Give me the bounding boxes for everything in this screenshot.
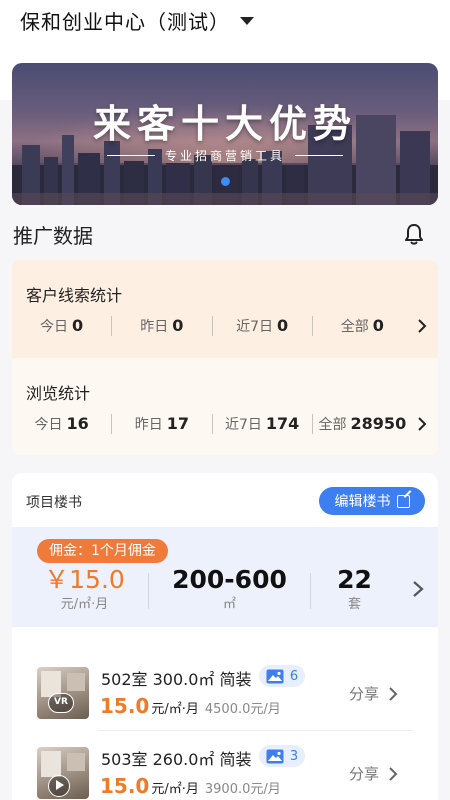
banner-subtitle-row: 专业招商营销工具 <box>12 147 438 164</box>
rent-price: ￥15.0 元/㎡·月 <box>27 565 142 615</box>
views-stats-row: 今日 16 昨日 17 近7日 174 全部 28950 <box>12 412 412 436</box>
listing-title: 502室 300.0㎡ 简装 <box>101 670 252 689</box>
area-range: 200-600 ㎡ <box>152 565 307 615</box>
vr-icon: VR <box>48 693 74 713</box>
chevron-right-icon[interactable] <box>415 319 429 333</box>
stat-value: 174 <box>265 414 300 433</box>
project-selector[interactable]: 保和创业中心（测试） <box>0 0 450 40</box>
chevron-right-icon[interactable] <box>411 580 425 598</box>
caret-down-icon <box>240 17 254 25</box>
chevron-right-icon <box>389 686 398 701</box>
room-thumbnail <box>37 747 89 799</box>
divider <box>310 573 311 609</box>
project-name: 保和创业中心（测试） <box>20 9 230 34</box>
carousel-indicator <box>12 177 438 186</box>
stat-yesterday: 昨日 0 <box>112 316 211 336</box>
listing-item[interactable]: 503室 260.0㎡ 简装 3 15.0 元/㎡·月 3900.0元/月 分享 <box>24 744 412 800</box>
edit-brochure-button[interactable]: 编辑楼书 <box>319 487 425 515</box>
views-stats-label: 浏览统计 <box>26 384 91 403</box>
area-range-unit: ㎡ <box>222 597 236 612</box>
thumbnail-detail <box>67 753 85 771</box>
stat-value: 0 <box>277 316 289 335</box>
stat-yesterday: 昨日 17 <box>112 414 211 434</box>
area-range-value: 200-600 <box>172 565 287 594</box>
stat-name: 近7日 <box>224 417 262 433</box>
stat-value: 0 <box>372 316 384 335</box>
image-icon <box>266 749 284 763</box>
share-label: 分享 <box>349 685 380 703</box>
edit-brochure-label: 编辑楼书 <box>334 494 391 510</box>
image-count-badge: 3 <box>259 745 305 767</box>
share-label: 分享 <box>349 765 380 783</box>
unit-count: 22 套 <box>312 565 397 615</box>
stat-name: 今日 <box>34 417 63 433</box>
listing-price-unit: 元/㎡·月 <box>151 702 199 717</box>
listing-title: 503室 260.0㎡ 简装 <box>101 750 252 769</box>
bell-icon[interactable] <box>403 222 425 246</box>
stat-name: 全部 <box>318 417 347 433</box>
stat-all: 全部 0 <box>313 316 412 336</box>
image-count: 3 <box>289 748 299 764</box>
carousel-dot-active[interactable] <box>220 177 230 186</box>
rent-price-value: ￥15.0 <box>44 565 125 594</box>
stat-name: 昨日 <box>134 417 163 433</box>
unit-count-value: 22 <box>337 565 372 594</box>
commission-panel[interactable]: 佣金：1个月佣金 ￥15.0 元/㎡·月 200-600 ㎡ 22 套 <box>12 527 438 627</box>
listing-item[interactable]: VR 502室 300.0㎡ 简装 6 15.0 元/㎡·月 4500.0元/月… <box>24 664 412 744</box>
thumbnail-detail <box>41 751 61 777</box>
stat-last-7-days: 近7日 174 <box>213 414 312 434</box>
commission-badge: 佣金：1个月佣金 <box>37 539 168 563</box>
stat-name: 近7日 <box>236 319 274 335</box>
divider-line <box>295 155 343 156</box>
share-button[interactable]: 分享 <box>349 763 399 784</box>
stat-value: 0 <box>72 316 84 335</box>
views-stats[interactable]: 浏览统计 今日 16 昨日 17 近7日 174 全部 28950 <box>12 358 438 455</box>
play-icon <box>48 775 70 797</box>
banner-title: 来客十大优势 <box>92 102 357 146</box>
listing-price-unit: 元/㎡·月 <box>151 782 199 797</box>
divider <box>148 573 149 609</box>
unit-count-unit: 套 <box>347 597 361 612</box>
stat-today: 今日 0 <box>12 316 111 336</box>
promo-banner[interactable]: 来客十大优势 专业招商营销工具 <box>12 63 438 205</box>
listing-price-row: 15.0 元/㎡·月 3900.0元/月 <box>100 774 281 798</box>
listing-total: 3900.0元/月 <box>204 782 281 797</box>
divider-line <box>106 155 155 156</box>
project-brochure-title: 项目楼书 <box>26 495 82 511</box>
leads-stats-row: 今日 0 昨日 0 近7日 0 全部 0 <box>12 314 412 338</box>
chevron-right-icon <box>389 766 398 781</box>
stat-value: 0 <box>172 316 184 335</box>
promo-stats-card: 客户线索统计 今日 0 昨日 0 近7日 0 全部 0 浏览统计 今日 16 昨日 17 近… <box>12 260 438 455</box>
room-thumbnail: VR <box>37 667 89 719</box>
section-title: 推广数据 <box>13 224 93 248</box>
stat-last-7-days: 近7日 0 <box>213 316 312 336</box>
image-count: 6 <box>289 668 299 684</box>
stat-name: 今日 <box>40 319 69 335</box>
banner-subtitle: 专业招商营销工具 <box>164 149 285 163</box>
rent-price-unit: 元/㎡·月 <box>60 597 109 612</box>
share-button[interactable]: 分享 <box>349 683 399 704</box>
stat-today: 今日 16 <box>12 414 111 434</box>
chevron-right-icon[interactable] <box>415 417 429 431</box>
stat-value: 16 <box>66 414 89 433</box>
leads-stats-label: 客户线索统计 <box>26 286 123 305</box>
stat-name: 全部 <box>340 319 369 335</box>
listing-price: 15.0 <box>100 694 150 718</box>
divider <box>98 730 412 731</box>
edit-icon <box>396 494 410 508</box>
listing-price-row: 15.0 元/㎡·月 4500.0元/月 <box>100 694 281 718</box>
thumbnail-detail <box>67 673 85 691</box>
stat-name: 昨日 <box>140 319 169 335</box>
stat-all: 全部 28950 <box>313 414 412 434</box>
listing-price: 15.0 <box>100 774 150 798</box>
image-icon <box>266 669 284 683</box>
listing-total: 4500.0元/月 <box>204 702 281 717</box>
stat-value: 28950 <box>350 414 407 433</box>
stat-value: 17 <box>166 414 189 433</box>
image-count-badge: 6 <box>259 665 305 687</box>
leads-stats[interactable]: 客户线索统计 今日 0 昨日 0 近7日 0 全部 0 <box>12 260 438 358</box>
